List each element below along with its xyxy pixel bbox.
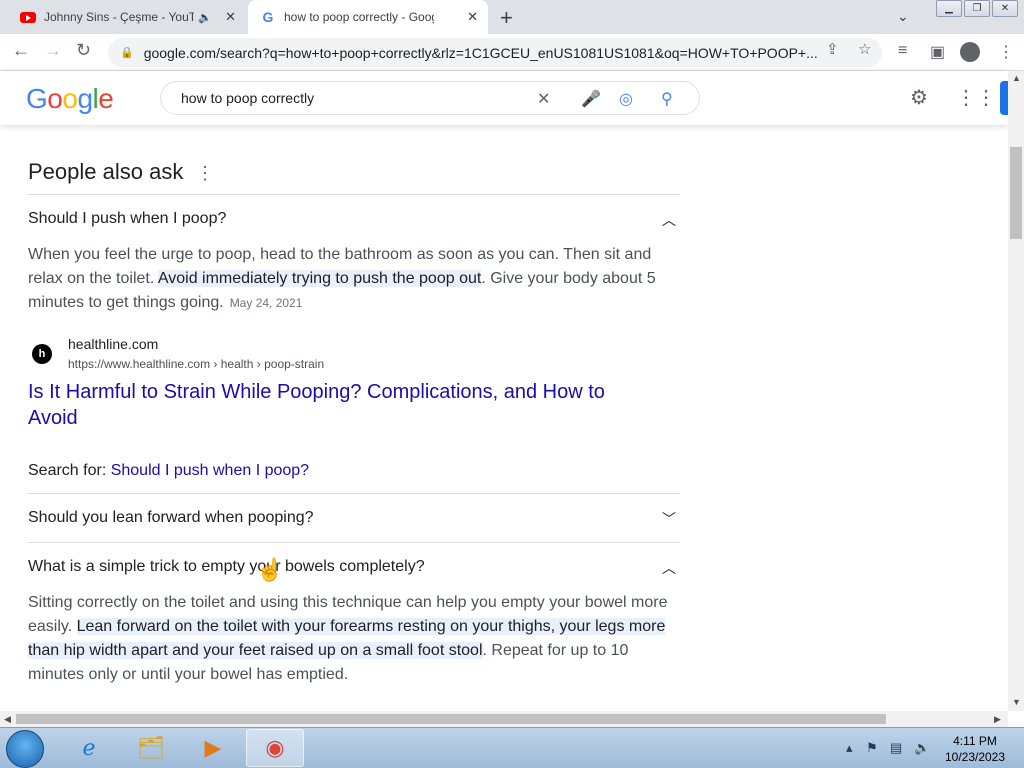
chevron-up-icon[interactable]: ︿ [662, 210, 676, 230]
scroll-down-icon[interactable]: ▼ [1012, 697, 1021, 707]
close-window-button[interactable]: ✕ [992, 0, 1018, 17]
source-cite[interactable]: https://www.healthline.com › health › po… [68, 357, 324, 371]
chrome-icon[interactable]: ◉ [246, 729, 304, 767]
paa-question-2[interactable]: Should you lean forward when pooping? ﹀ [28, 509, 680, 527]
menu-dots-icon[interactable]: ⋮ [998, 42, 1014, 62]
tab-title: how to poop correctly - Google S [284, 10, 434, 24]
tab-strip: Johnny Sins - Çeşme - YouTu 🔈 ✕ G how to… [0, 0, 1024, 34]
divider [28, 493, 680, 494]
scroll-up-icon[interactable]: ▲ [1012, 73, 1021, 83]
paa-question-1[interactable]: Should I push when I poop? ︿ [28, 210, 680, 228]
scroll-thumb[interactable] [1010, 147, 1022, 239]
paa-question-3[interactable]: What is a simple trick to empty your bow… [28, 558, 680, 576]
settings-gear-icon[interactable]: ⚙ [910, 85, 928, 110]
chevron-up-icon[interactable]: ︿ [662, 558, 676, 578]
question-text: What is a simple trick to empty your bow… [28, 558, 425, 575]
google-logo[interactable]: Google [26, 83, 114, 115]
google-header: Google how to poop correctly ✕ 🎤 ◎ ⚲ ⚙ ⋮… [0, 71, 1008, 125]
result-link[interactable]: Is It Harmful to Strain While Pooping? C… [28, 379, 628, 431]
close-tab-icon[interactable]: ✕ [225, 9, 236, 25]
source-site[interactable]: healthline.com [68, 336, 158, 352]
windows-taskbar: ℯ 🗂 ▶ ◉ ▴ ⚑ ▤ 🔈 4:11 PM 10/23/2023 [0, 727, 1024, 768]
network-icon[interactable]: ▤ [890, 740, 902, 756]
sign-in-button[interactable] [1000, 81, 1008, 115]
search-input[interactable]: how to poop correctly [181, 90, 314, 106]
search-for-link[interactable]: Should I push when I poop? [111, 462, 309, 479]
back-icon[interactable]: ← [12, 40, 30, 61]
vertical-scrollbar[interactable]: ▲ ▼ [1008, 71, 1024, 711]
paa-heading: People also ask [28, 159, 184, 184]
search-for: Search for: Should I push when I poop? [28, 462, 309, 480]
file-explorer-icon[interactable]: 🗂 [122, 729, 180, 767]
side-panel-icon[interactable]: ▣ [930, 42, 945, 62]
window-controls: ▁ ❐ ✕ [934, 0, 1018, 17]
restore-button[interactable]: ❐ [964, 0, 990, 17]
system-clock[interactable]: 4:11 PM 10/23/2023 [940, 733, 1010, 765]
divider [28, 194, 680, 195]
paa-answer-3: Sitting correctly on the toilet and usin… [28, 591, 680, 687]
internet-explorer-icon[interactable]: ℯ [60, 729, 118, 767]
volume-icon[interactable]: 🔈 [914, 740, 930, 756]
address-bar[interactable]: 🔒 google.com/search?q=how+to+poop+correc… [108, 38, 882, 67]
clock-time: 4:11 PM [953, 734, 997, 748]
scroll-left-icon[interactable]: ◀ [4, 714, 11, 725]
action-center-icon[interactable]: ⚑ [866, 740, 878, 756]
url-text[interactable]: google.com/search?q=how+to+poop+correctl… [144, 45, 819, 61]
chevron-down-icon[interactable]: ﹀ [662, 509, 676, 529]
more-options-icon[interactable]: ⋮ [196, 163, 214, 184]
voice-search-icon[interactable]: 🎤 [581, 89, 601, 109]
browser-toolbar: ← → ↻ 🔒 google.com/search?q=how+to+poop+… [0, 34, 1024, 71]
media-player-icon[interactable]: ▶ [184, 729, 242, 767]
reload-icon[interactable]: ↻ [76, 40, 91, 61]
tab-google-search[interactable]: G how to poop correctly - Google S ✕ [248, 0, 488, 34]
scroll-right-icon[interactable]: ▶ [994, 714, 1001, 725]
tab-title: Johnny Sins - Çeşme - YouTu [44, 10, 194, 24]
search-box[interactable]: how to poop correctly ✕ 🎤 ◎ ⚲ [160, 81, 700, 115]
divider [28, 542, 680, 543]
hand-cursor-icon: ☝ [256, 557, 284, 582]
tab-youtube[interactable]: Johnny Sins - Çeşme - YouTu 🔈 ✕ [8, 0, 246, 34]
paa-answer-1: When you feel the urge to poop, head to … [28, 243, 680, 315]
forward-icon[interactable]: → [44, 40, 62, 61]
media-control-icon[interactable]: ≡ [898, 42, 907, 60]
youtube-icon [20, 11, 36, 23]
horizontal-scrollbar[interactable]: ◀ ▶ [0, 711, 1008, 727]
question-text: Should I push when I poop? [28, 210, 227, 227]
healthline-favicon-icon: h [32, 344, 52, 364]
clock-date: 10/23/2023 [944, 750, 1006, 764]
lock-icon[interactable]: 🔒 [120, 46, 134, 59]
new-tab-button[interactable]: + [500, 5, 513, 31]
apps-grid-icon[interactable]: ⋮⋮ [956, 85, 996, 110]
question-text: Should you lean forward when pooping? [28, 509, 314, 526]
tab-search-chevron-icon[interactable]: ⌄ [897, 8, 909, 25]
share-icon[interactable]: ⇪ [826, 40, 839, 58]
search-icon[interactable]: ⚲ [661, 89, 673, 109]
lens-icon[interactable]: ◎ [619, 89, 633, 109]
bookmark-star-icon[interactable]: ☆ [858, 40, 871, 58]
minimize-button[interactable]: ▁ [936, 0, 962, 17]
profile-avatar-icon[interactable] [960, 42, 980, 62]
clear-icon[interactable]: ✕ [537, 89, 550, 109]
start-button[interactable] [6, 730, 44, 768]
tray-expand-icon[interactable]: ▴ [846, 740, 853, 756]
search-for-label: Search for: [28, 462, 111, 479]
google-favicon-icon: G [262, 9, 274, 25]
scroll-thumb[interactable] [16, 714, 886, 724]
answer-date: May 24, 2021 [229, 296, 303, 310]
answer-highlight: Avoid immediately trying to push the poo… [157, 270, 482, 287]
close-tab-icon[interactable]: ✕ [467, 9, 478, 25]
speaker-icon[interactable]: 🔈 [198, 11, 212, 24]
